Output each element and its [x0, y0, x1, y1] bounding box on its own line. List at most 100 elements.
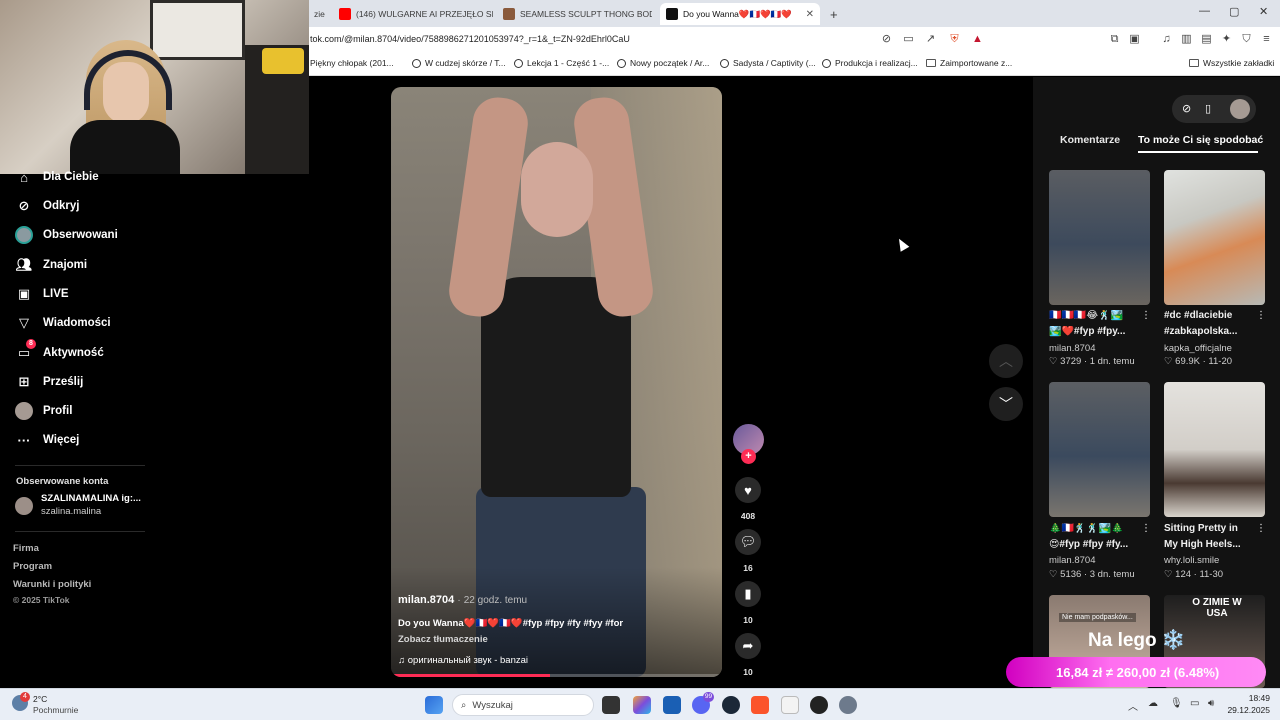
browser-tab-youtube[interactable]: (146) WULGARNE AI PRZEJĘŁO SPOT	[333, 3, 493, 25]
wallet-icon[interactable]: ▤	[1200, 33, 1213, 46]
more-options-icon[interactable]: ⋮	[1141, 523, 1151, 534]
card-caption[interactable]: #zabkapolska...	[1164, 326, 1269, 337]
share-button[interactable]: ➦	[735, 633, 761, 659]
taskbar-search[interactable]: ⌕ Wyszukaj	[452, 694, 594, 716]
minimize-button[interactable]: —	[1199, 5, 1210, 17]
video-thumbnail[interactable]	[1049, 170, 1150, 305]
cast-icon[interactable]: ▭	[902, 33, 915, 46]
close-window-button[interactable]: ✕	[1259, 5, 1268, 18]
previous-video-button[interactable]: ︿	[989, 344, 1023, 378]
display-icon[interactable]: ▭	[1190, 698, 1199, 709]
video-author[interactable]: milan.8704	[398, 594, 454, 606]
steam-icon[interactable]	[722, 696, 740, 714]
video-sound[interactable]: ♫ оригинальный звук - banzai	[398, 655, 528, 666]
extensions-icon[interactable]: ⧉	[1108, 33, 1121, 46]
windows-start-icon[interactable]	[425, 696, 443, 714]
sidebar-item-following[interactable]: Obserwowani	[15, 225, 118, 245]
sidebar-icon[interactable]: ▣	[1128, 33, 1141, 46]
translate-icon[interactable]: ⊘	[880, 33, 893, 46]
bookmark-button[interactable]: ▮	[735, 581, 761, 607]
video-thumbnail[interactable]	[1049, 382, 1150, 517]
file-explorer-icon[interactable]	[781, 696, 799, 714]
task-view-icon[interactable]	[602, 696, 620, 714]
card-caption[interactable]: 🏞️❤️#fyp #fpy...	[1049, 326, 1154, 337]
video-progress-bar[interactable]	[391, 674, 722, 677]
card-caption[interactable]: 🎄🇫🇷🕺🕺🏞️🎄	[1049, 523, 1154, 534]
store-icon[interactable]	[663, 696, 681, 714]
card-author[interactable]: kapka_officjalne	[1164, 343, 1232, 354]
menu-icon[interactable]: ≡	[1260, 33, 1273, 46]
sidebar-item-profile[interactable]: Profil	[15, 401, 72, 421]
browser-tab-partial[interactable]: zie	[308, 3, 330, 25]
sidebar-item-messages[interactable]: ▽ Wiadomości	[15, 313, 111, 333]
sidebar-item-friends[interactable]: 👥︎ Znajomi	[15, 255, 87, 275]
vpn-icon[interactable]: ⛉	[1240, 33, 1253, 46]
all-bookmarks[interactable]: Wszystkie zakładki	[1189, 58, 1274, 68]
bookmark-folder[interactable]: Zaimportowane z...	[926, 58, 1012, 68]
video-thumbnail[interactable]	[1164, 170, 1265, 305]
bookmark-item[interactable]: Lekcja 1 - Część 1 -...	[514, 58, 609, 68]
browser-tab-shop[interactable]: SEAMLESS SCULPT THONG BODYSU	[497, 3, 652, 25]
next-video-button[interactable]: ﹀	[989, 387, 1023, 421]
tray-chevron-icon[interactable]: ︿	[1128, 698, 1138, 713]
followed-account[interactable]: SZALINAMALINA ig:... szalina.malina	[15, 493, 165, 519]
sidebar-item-live[interactable]: ▣ LIVE	[15, 284, 69, 304]
network-icon[interactable]: ☁	[1148, 698, 1158, 709]
reader-icon[interactable]: ▥	[1180, 33, 1193, 46]
card-caption[interactable]: #dc #dlaciebie	[1164, 310, 1269, 321]
card-caption[interactable]: 😍#fyp #fpy #fy...	[1049, 539, 1154, 550]
bookmark-item[interactable]: Sadysta / Captivity (...	[720, 58, 816, 68]
bookmark-item[interactable]: Nowy początek / Ar...	[617, 58, 709, 68]
card-caption[interactable]: 🇫🇷🇫🇷🇫🇷😂🕺🏞️	[1049, 310, 1154, 321]
bookmark-item[interactable]: W cudzej skórze / T...	[412, 58, 506, 68]
share-page-icon[interactable]: ↗	[924, 33, 937, 46]
phone-icon[interactable]: ▯	[1205, 102, 1211, 115]
card-author[interactable]: why.loli.smile	[1164, 555, 1219, 566]
footer-link-company[interactable]: Firma	[13, 543, 39, 554]
mic-icon[interactable]: 🎙︎	[1170, 698, 1183, 709]
settings-gear-icon[interactable]	[839, 696, 857, 714]
more-options-icon[interactable]: ⋮	[1141, 310, 1151, 321]
card-author[interactable]: milan.8704	[1049, 555, 1095, 566]
tab-recommended[interactable]: To może Ci się spodobać	[1138, 134, 1263, 146]
close-tab-icon[interactable]: ✕	[806, 9, 814, 20]
volume-icon[interactable]: 🔊︎	[1208, 698, 1214, 709]
clock-time[interactable]: 18:49	[1226, 693, 1270, 703]
profile-avatar-icon[interactable]	[1230, 99, 1250, 119]
video-player[interactable]	[391, 87, 722, 677]
browser-tab-tiktok[interactable]: Do you Wanna❤️🇫🇷❤️🇫🇷❤️ ✕	[660, 3, 820, 25]
maximize-button[interactable]: ▢	[1229, 5, 1239, 18]
obs-icon[interactable]	[810, 696, 828, 714]
brave-icon[interactable]	[751, 696, 769, 714]
card-caption[interactable]: My High Heels...	[1164, 539, 1269, 550]
rewards-icon[interactable]: ▲	[971, 33, 984, 46]
brave-shield-icon[interactable]: ⛨	[948, 33, 961, 46]
sidebar-item-explore[interactable]: ⊘ Odkryj	[15, 196, 80, 216]
comment-button[interactable]: 💬︎	[735, 529, 761, 555]
promo-price-banner[interactable]: 16,84 zł ≠ 260,00 zł (6.48%)	[1006, 657, 1266, 687]
footer-link-terms[interactable]: Warunki i polityki	[13, 579, 91, 590]
tab-comments[interactable]: Komentarze	[1060, 134, 1120, 146]
sidebar-item-upload[interactable]: ⊞ Prześlij	[15, 372, 84, 392]
url-field[interactable]: tok.com/@milan.8704/video/75889862712010…	[310, 34, 630, 44]
bookmark-item[interactable]: Piękny chłopak (201...	[310, 58, 394, 68]
video-thumbnail[interactable]	[1164, 382, 1265, 517]
footer-link-program[interactable]: Program	[13, 561, 52, 572]
ai-icon[interactable]: ✦	[1220, 33, 1233, 46]
card-author[interactable]: milan.8704	[1049, 343, 1095, 354]
card-caption[interactable]: Sitting Pretty in	[1164, 523, 1269, 534]
like-button[interactable]: ♥	[735, 477, 761, 503]
more-options-icon[interactable]: ⋮	[1256, 310, 1266, 321]
copilot-icon[interactable]	[633, 696, 651, 714]
see-translation-link[interactable]: Zobacz tłumaczenie	[398, 634, 488, 645]
compass-icon[interactable]: ⊘	[1182, 102, 1191, 115]
sidebar-item-more[interactable]: ··· Więcej	[15, 430, 80, 450]
bookmark-item[interactable]: Produkcja i realizacj...	[822, 58, 918, 68]
more-options-icon[interactable]: ⋮	[1256, 523, 1266, 534]
new-tab-button[interactable]: +	[824, 3, 844, 25]
sidebar-item-activity[interactable]: ▭ 8 Aktywność	[15, 339, 104, 363]
music-icon[interactable]: ♫	[1160, 33, 1173, 46]
follow-plus-button[interactable]: +	[741, 449, 756, 464]
clock-date[interactable]: 29.12.2025	[1220, 705, 1270, 715]
sidebar-item-for-you[interactable]: ⌂ Dla Ciebie	[15, 167, 99, 187]
